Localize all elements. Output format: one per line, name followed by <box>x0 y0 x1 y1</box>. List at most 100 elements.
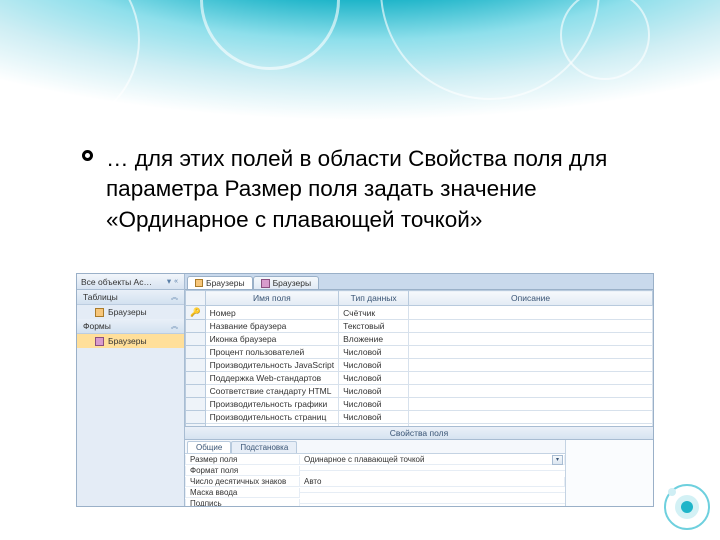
cell-field-desc[interactable] <box>409 346 653 359</box>
slide-bullet: … для этих полей в области Свойства поля… <box>106 144 660 235</box>
property-label: Маска ввода <box>185 488 300 498</box>
row-selector[interactable] <box>186 424 206 427</box>
collapse-pane-icon[interactable]: « <box>174 278 178 285</box>
property-value[interactable] <box>300 503 565 504</box>
tab-label: Браузеры <box>206 278 245 288</box>
property-row[interactable]: Подпись <box>185 498 565 506</box>
cell-field-desc[interactable] <box>409 333 653 346</box>
table-row[interactable]: Название браузераТекстовый <box>186 320 653 333</box>
cell-field-type[interactable]: Числовой <box>339 372 409 385</box>
row-selector[interactable] <box>186 411 206 424</box>
row-selector-header[interactable] <box>186 291 206 306</box>
table-row[interactable]: Иконка браузераВложение <box>186 333 653 346</box>
row-selector[interactable] <box>186 372 206 385</box>
row-selector[interactable]: 🔑 <box>186 306 206 320</box>
cell-field-desc[interactable] <box>409 306 653 320</box>
form-icon <box>261 279 270 288</box>
properties-caption: Свойства поля <box>185 426 653 440</box>
cell-field-type[interactable]: Числовой <box>339 398 409 411</box>
cell-field-type[interactable]: Числовой <box>339 359 409 372</box>
property-row[interactable]: Формат поля <box>185 465 565 476</box>
property-value[interactable] <box>300 470 565 471</box>
bullet-content: … для этих полей в области Свойства поля… <box>106 146 607 232</box>
table-row[interactable]: 🔑НомерСчётчик <box>186 306 653 320</box>
cell-field-desc[interactable] <box>409 320 653 333</box>
properties-pane: Общие Подстановка Размер поляОдинарное с… <box>185 440 653 506</box>
cell-field-desc[interactable] <box>409 372 653 385</box>
table-row[interactable]: Производительность графикиЧисловой <box>186 398 653 411</box>
table-row[interactable]: Соответствие стандарту HTMLЧисловой <box>186 385 653 398</box>
field-grid: Имя поля Тип данных Описание 🔑НомерСчётч… <box>185 290 653 426</box>
row-selector[interactable] <box>186 385 206 398</box>
property-row[interactable]: Маска ввода <box>185 487 565 498</box>
nav-group-tables[interactable]: Таблицы ︽ <box>77 290 184 305</box>
cell-field-name[interactable]: Название браузера <box>205 320 339 333</box>
table-row[interactable]: Производительность страницЧисловой <box>186 411 653 424</box>
table-row[interactable]: Поддержка Web-стандартовЧисловой <box>186 372 653 385</box>
cell-field-desc[interactable] <box>409 385 653 398</box>
cell-field-name[interactable]: Производительность графики <box>205 424 339 427</box>
navigation-header[interactable]: Все объекты Ac… ▾ « <box>77 274 184 290</box>
slide-corner-ornament <box>662 482 712 532</box>
property-row[interactable]: Число десятичных знаковАвто <box>185 476 565 487</box>
document-tabs: Браузеры Браузеры <box>185 274 653 290</box>
row-selector[interactable] <box>186 359 206 372</box>
cell-field-desc[interactable] <box>409 398 653 411</box>
cell-field-name[interactable]: Номер <box>205 306 339 320</box>
properties-tab-general[interactable]: Общие <box>187 441 231 453</box>
table-icon <box>95 308 104 317</box>
cell-field-type[interactable]: Текстовый <box>339 320 409 333</box>
column-header-desc[interactable]: Описание <box>409 291 653 306</box>
row-selector[interactable] <box>186 398 206 411</box>
grid-header-row: Имя поля Тип данных Описание <box>186 291 653 306</box>
chevron-down-icon: ▾ <box>167 276 171 287</box>
cell-field-desc[interactable] <box>409 424 653 427</box>
property-row[interactable]: Размер поляОдинарное с плавающей точкой▾ <box>185 454 565 465</box>
cell-field-type[interactable]: Счётчик <box>339 306 409 320</box>
nav-group-label: Таблицы <box>83 292 118 302</box>
table-row[interactable]: Производительность графикиЧисловой <box>186 424 653 427</box>
property-value[interactable]: Авто <box>300 477 565 487</box>
cell-field-type[interactable]: Числовой <box>339 346 409 359</box>
tab-browsers-design[interactable]: Браузеры <box>187 276 253 289</box>
cell-field-name[interactable]: Производительность страниц <box>205 411 339 424</box>
cell-field-type[interactable]: Вложение <box>339 333 409 346</box>
property-label: Число десятичных знаков <box>185 477 300 487</box>
row-selector[interactable] <box>186 333 206 346</box>
cell-field-name[interactable]: Производительность JavaScript <box>205 359 339 372</box>
table-row[interactable]: Производительность JavaScriptЧисловой <box>186 359 653 372</box>
property-label: Подпись <box>185 499 300 507</box>
nav-group-label: Формы <box>83 321 111 331</box>
cell-field-name[interactable]: Поддержка Web-стандартов <box>205 372 339 385</box>
cell-field-name[interactable]: Соответствие стандарту HTML <box>205 385 339 398</box>
dropdown-button[interactable]: ▾ <box>552 455 563 465</box>
row-selector[interactable] <box>186 346 206 359</box>
bullet-icon <box>82 150 93 161</box>
form-icon <box>95 337 104 346</box>
nav-group-forms[interactable]: Формы ︽ <box>77 319 184 334</box>
cell-field-name[interactable]: Иконка браузера <box>205 333 339 346</box>
column-header-type[interactable]: Тип данных <box>339 291 409 306</box>
nav-item-table-browsers[interactable]: Браузеры <box>77 305 184 319</box>
properties-help <box>565 440 653 506</box>
property-value[interactable] <box>300 492 565 493</box>
column-header-name[interactable]: Имя поля <box>205 291 339 306</box>
navigation-pane: Все объекты Ac… ▾ « Таблицы ︽ Браузеры Ф… <box>77 274 185 506</box>
cell-field-desc[interactable] <box>409 359 653 372</box>
row-selector[interactable] <box>186 320 206 333</box>
cell-field-name[interactable]: Производительность графики <box>205 398 339 411</box>
tab-browsers-form[interactable]: Браузеры <box>253 276 320 289</box>
table-row[interactable]: Процент пользователейЧисловой <box>186 346 653 359</box>
cell-field-type[interactable]: Числовой <box>339 424 409 427</box>
cell-field-type[interactable]: Числовой <box>339 385 409 398</box>
properties-tab-lookup[interactable]: Подстановка <box>231 441 297 453</box>
cell-field-name[interactable]: Процент пользователей <box>205 346 339 359</box>
property-label: Размер поля <box>185 455 300 465</box>
properties-tabs: Общие Подстановка <box>185 440 565 454</box>
cell-field-type[interactable]: Числовой <box>339 411 409 424</box>
collapse-icon: ︽ <box>171 321 178 331</box>
cell-field-desc[interactable] <box>409 411 653 424</box>
slide-decorative-header <box>0 0 720 130</box>
nav-item-form-browsers[interactable]: Браузеры <box>77 334 184 348</box>
property-value[interactable]: Одинарное с плавающей точкой▾ <box>300 455 565 465</box>
